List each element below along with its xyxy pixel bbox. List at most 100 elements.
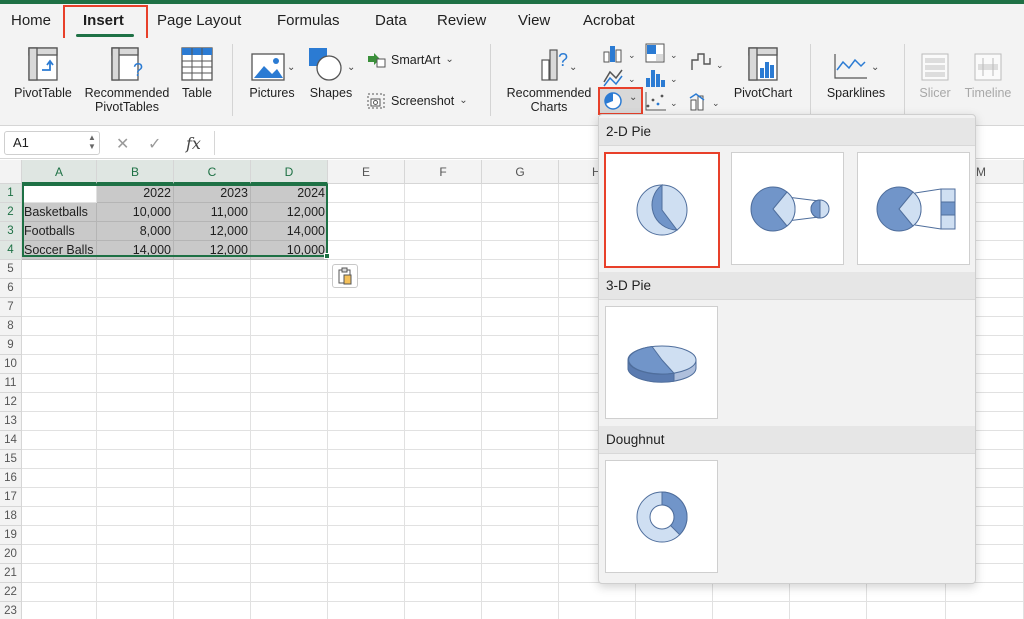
cell[interactable] xyxy=(174,336,251,355)
row-header[interactable]: 10 xyxy=(0,355,22,374)
row-header[interactable]: 11 xyxy=(0,374,22,393)
row-header[interactable]: 19 xyxy=(0,526,22,545)
cell[interactable] xyxy=(174,431,251,450)
cell[interactable] xyxy=(174,355,251,374)
cell[interactable] xyxy=(251,279,328,298)
cell[interactable] xyxy=(482,602,559,619)
cell[interactable] xyxy=(97,488,174,507)
cell[interactable] xyxy=(328,564,405,583)
cell[interactable] xyxy=(251,317,328,336)
cell[interactable] xyxy=(482,203,559,222)
cell[interactable] xyxy=(636,602,713,619)
cell[interactable] xyxy=(482,469,559,488)
row-header[interactable]: 3 xyxy=(0,222,22,241)
statistic-chart-icon[interactable]: ⌄ xyxy=(644,66,684,88)
tab-data[interactable]: Data xyxy=(375,10,407,32)
cell[interactable] xyxy=(328,317,405,336)
cell[interactable] xyxy=(328,602,405,619)
cell[interactable] xyxy=(97,564,174,583)
cell[interactable] xyxy=(328,412,405,431)
select-all-corner[interactable] xyxy=(0,160,22,184)
timeline-button[interactable]: Timeline xyxy=(960,52,1016,100)
cell[interactable] xyxy=(174,393,251,412)
row-header[interactable]: 22 xyxy=(0,583,22,602)
cell[interactable] xyxy=(405,412,482,431)
cell[interactable] xyxy=(97,393,174,412)
cell[interactable] xyxy=(328,507,405,526)
cell[interactable] xyxy=(174,545,251,564)
cell[interactable] xyxy=(405,336,482,355)
recommended-pivottables-button[interactable]: ? Recommended PivotTables xyxy=(82,46,172,114)
pie-of-pie-option[interactable] xyxy=(731,152,844,265)
cell[interactable] xyxy=(22,260,97,279)
cell[interactable] xyxy=(559,583,636,602)
cell[interactable] xyxy=(174,412,251,431)
cell[interactable] xyxy=(22,431,97,450)
combo-chart-icon[interactable]: ⌄ xyxy=(688,90,728,112)
cell[interactable] xyxy=(328,393,405,412)
sparklines-button[interactable]: ⌄ Sparklines xyxy=(820,52,892,100)
row-header[interactable]: 14 xyxy=(0,431,22,450)
cell[interactable] xyxy=(482,184,559,203)
cell[interactable] xyxy=(328,184,405,203)
cell[interactable] xyxy=(174,260,251,279)
row-header[interactable]: 1 xyxy=(0,184,22,203)
row-header[interactable]: 9 xyxy=(0,336,22,355)
tab-review[interactable]: Review xyxy=(437,10,486,32)
cell[interactable] xyxy=(97,260,174,279)
cell[interactable] xyxy=(405,374,482,393)
cell[interactable] xyxy=(22,545,97,564)
cell[interactable] xyxy=(251,355,328,374)
cell[interactable] xyxy=(174,450,251,469)
tab-acrobat[interactable]: Acrobat xyxy=(583,10,635,32)
cell[interactable] xyxy=(97,583,174,602)
cell[interactable] xyxy=(22,336,97,355)
cell[interactable] xyxy=(328,203,405,222)
pivotchart-button[interactable]: PivotChart xyxy=(730,46,796,100)
cell[interactable] xyxy=(174,583,251,602)
cell[interactable] xyxy=(867,602,946,619)
cell[interactable]: Soccer Balls xyxy=(22,241,97,260)
cell[interactable] xyxy=(328,545,405,564)
cell[interactable] xyxy=(713,602,790,619)
cell[interactable] xyxy=(174,488,251,507)
cell[interactable]: 10,000 xyxy=(97,203,174,222)
cell[interactable]: 2024 xyxy=(251,184,328,203)
cell[interactable] xyxy=(22,450,97,469)
cell[interactable] xyxy=(482,583,559,602)
cell[interactable] xyxy=(790,602,867,619)
cell[interactable] xyxy=(482,545,559,564)
cell[interactable] xyxy=(405,203,482,222)
cell[interactable] xyxy=(251,450,328,469)
cell[interactable] xyxy=(946,583,1024,602)
cell[interactable] xyxy=(405,184,482,203)
column-header-g[interactable]: G xyxy=(482,160,559,184)
cell[interactable] xyxy=(97,507,174,526)
row-header[interactable]: 7 xyxy=(0,298,22,317)
cell[interactable] xyxy=(636,583,713,602)
cell[interactable]: 12,000 xyxy=(174,222,251,241)
row-header[interactable]: 17 xyxy=(0,488,22,507)
cell[interactable] xyxy=(22,393,97,412)
cell[interactable] xyxy=(97,336,174,355)
cell[interactable] xyxy=(174,298,251,317)
cell[interactable] xyxy=(482,431,559,450)
cell[interactable] xyxy=(22,374,97,393)
cell[interactable] xyxy=(790,583,867,602)
cell[interactable] xyxy=(713,583,790,602)
cell[interactable] xyxy=(251,336,328,355)
cell[interactable] xyxy=(22,412,97,431)
cell[interactable] xyxy=(482,336,559,355)
cell[interactable] xyxy=(482,374,559,393)
cell[interactable]: 8,000 xyxy=(97,222,174,241)
cell[interactable]: 12,000 xyxy=(174,241,251,260)
pie-option[interactable] xyxy=(604,152,720,268)
cell[interactable] xyxy=(405,583,482,602)
cell[interactable] xyxy=(251,260,328,279)
cell[interactable] xyxy=(251,564,328,583)
cell[interactable] xyxy=(328,336,405,355)
cell[interactable] xyxy=(97,279,174,298)
cell[interactable] xyxy=(174,602,251,619)
row-header[interactable]: 18 xyxy=(0,507,22,526)
cell[interactable] xyxy=(482,222,559,241)
